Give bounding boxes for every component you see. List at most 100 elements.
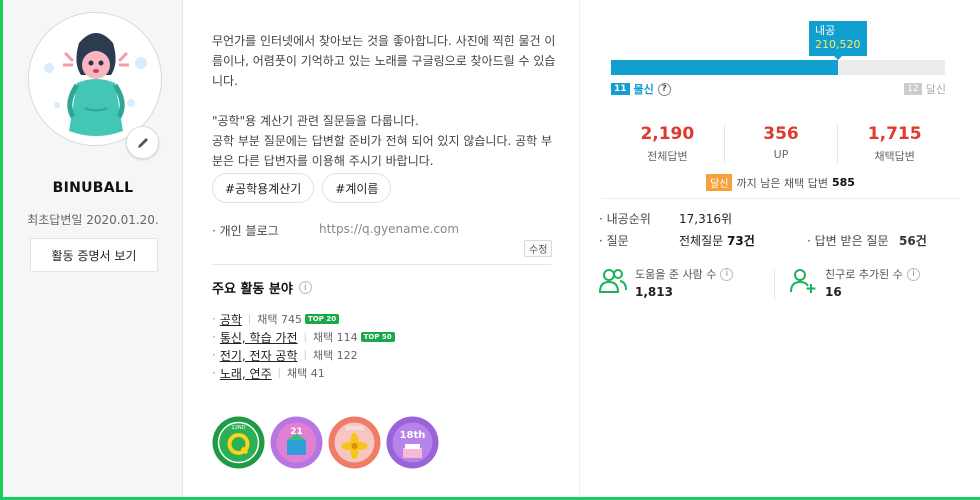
next-grade-count: 585 [831,176,855,189]
list-item: · 전기, 전자 공학 | 채택 122 [212,346,395,364]
next-level: 12 달신 [904,81,946,97]
22nd-anniversary-badge[interactable]: 22ND [212,416,265,469]
stat-value: 356 [763,124,799,144]
stat-selected-answers: 1,715 채택답변 [838,124,951,164]
area-name-link[interactable]: 노래, 연주 [220,365,272,382]
friends-value: 16 [825,285,842,299]
intro-text: 무언가를 인터넷에서 찾아보는 것을 좋아합니다. 사진에 찍힌 물건 이름이나… [212,34,556,168]
next-grade-text: 까지 남은 채택 답변 [736,176,828,190]
stats-section: 내공 210,520 11 물신 ? 12 달신 2,190 전체답변 356 … [581,0,980,497]
pencil-icon [137,137,148,148]
rank-label: · 내공순위 [599,211,651,226]
area-name-link[interactable]: 전기, 전자 공학 [220,347,298,364]
next-level-name: 달신 [925,83,946,96]
stat-value: 2,190 [640,124,695,144]
stat-up: 356 UP [725,124,839,164]
helped-label: 도움을 준 사람 수 [635,268,717,281]
stat-label: 채택답변 [874,150,915,163]
level-progress-fill [611,60,838,75]
blog-url[interactable]: https://q.gyename.com [319,222,459,236]
helper-stats: 도움을 준 사람 수i 1,813 친구로 추가된 수i 16 [599,266,959,304]
rank-badge: TOP 50 [360,332,395,342]
area-count: 채택 745 [257,313,303,326]
list-item: · 공학 | 채택 745 TOP 20 [212,310,395,328]
first-answer-date: 최초답변일 2020.01.20. [27,213,159,227]
rank-value: 17,316위 [679,211,733,226]
tag-list: #공학용계산기 #계이름 [212,173,392,203]
help-icon[interactable]: ? [657,82,671,96]
current-level: 11 물신 ? [611,81,671,97]
nickname: BINUBALL [52,180,134,196]
area-name-link[interactable]: 통신, 학습 가전 [220,329,298,346]
main-areas-title: 주요 활동 분야 i [212,278,312,297]
area-count: 채택 122 [312,349,358,362]
level-tooltip: 내공 210,520 [809,21,867,60]
badge-list: 22ND 21 SPRING 18th [212,416,439,469]
divider [774,270,775,300]
received-label: · 답변 받은 질문 [807,233,889,248]
stat-label: 전체답변 [647,150,688,163]
area-count: 채택 114 [312,331,358,344]
badge-text: 21 [290,427,303,437]
current-level-number: 11 [611,83,630,95]
info-rows: · 내공순위 17,316위 · 질문 전체질문 73건 · 답변 받은 질문 … [599,207,959,251]
tag-item[interactable]: #계이름 [322,173,392,203]
next-grade-info: 달신 까지 남은 채택 답변 585 [581,174,980,191]
stat-label: UP [773,148,789,161]
separator: | [303,331,307,343]
spring-badge[interactable]: SPRING [328,416,381,469]
stat-value: 1,715 [867,124,922,144]
helped-people: 도움을 준 사람 수i 1,813 [599,266,734,299]
question-value: 전체질문 73건 [679,232,755,249]
profile-sidebar: BINUBALL 최초답변일 2020.01.20. 활동 증명서 보기 [3,0,183,497]
question-count: 73건 [727,233,755,248]
divider [601,198,960,199]
list-item: · 통신, 학습 가전 | 채택 114 TOP 50 [212,328,395,346]
info-icon[interactable]: i [720,267,734,281]
helped-value: 1,813 [635,285,673,299]
tooltip-label: 내공 [815,24,836,37]
edit-intro-button[interactable]: 수정 [524,240,553,257]
current-level-name: 물신 [633,83,654,96]
18th-badge[interactable]: 18th [386,416,439,469]
friends-label-row: 친구로 추가된 수i [825,266,920,282]
friend-added: 친구로 추가된 수i 16 [789,266,920,299]
area-list: · 공학 | 채택 745 TOP 20 · 통신, 학습 가전 | 채택 11… [212,310,395,382]
question-row: · 질문 전체질문 73건 · 답변 받은 질문 56건 [599,229,959,251]
add-friend-icon [790,269,816,293]
tooltip-value: 210,520 [815,38,861,51]
separator: | [247,313,252,325]
rank-row: · 내공순위 17,316위 [599,207,959,229]
badge-text: SPRING [345,426,364,432]
separator: | [277,367,281,379]
info-icon[interactable]: i [906,267,920,281]
answer-stats: 2,190 전체답변 356 UP 1,715 채택답변 [611,124,951,164]
21-anniversary-badge[interactable]: 21 [270,416,323,469]
people-icon [599,269,627,293]
rank-badge: TOP 20 [305,314,340,324]
blog-label: · 개인 블로그 [212,224,279,238]
stat-total-answers: 2,190 전체답변 [611,124,725,164]
helped-label-row: 도움을 준 사람 수i [635,266,734,282]
list-item: · 노래, 연주 | 채택 41 [212,364,395,382]
bullet: · [212,348,216,362]
next-level-number: 12 [904,83,922,95]
bullet: · [212,312,216,326]
level-progress-bar [611,60,945,75]
divider [212,264,551,265]
question-prefix: 전체질문 [679,233,724,248]
grade-badge: 달신 [706,174,733,191]
bullet: · [212,366,216,380]
bullet: · [212,330,216,344]
tag-item[interactable]: #공학용계산기 [212,173,315,203]
main-areas-label: 주요 활동 분야 [212,282,293,297]
edit-avatar-button[interactable] [126,126,159,159]
area-count: 채택 41 [287,367,325,380]
area-name-link[interactable]: 공학 [220,311,242,328]
separator: | [303,349,307,361]
activity-certificate-button[interactable]: 활동 증명서 보기 [30,238,158,272]
info-icon[interactable]: i [298,281,312,294]
received-value: 56건 [899,233,927,248]
badge-text: 18th [400,430,426,441]
profile-intro-section: 무언가를 인터넷에서 찾아보는 것을 좋아합니다. 사진에 찍힌 물건 이름이나… [184,0,580,497]
